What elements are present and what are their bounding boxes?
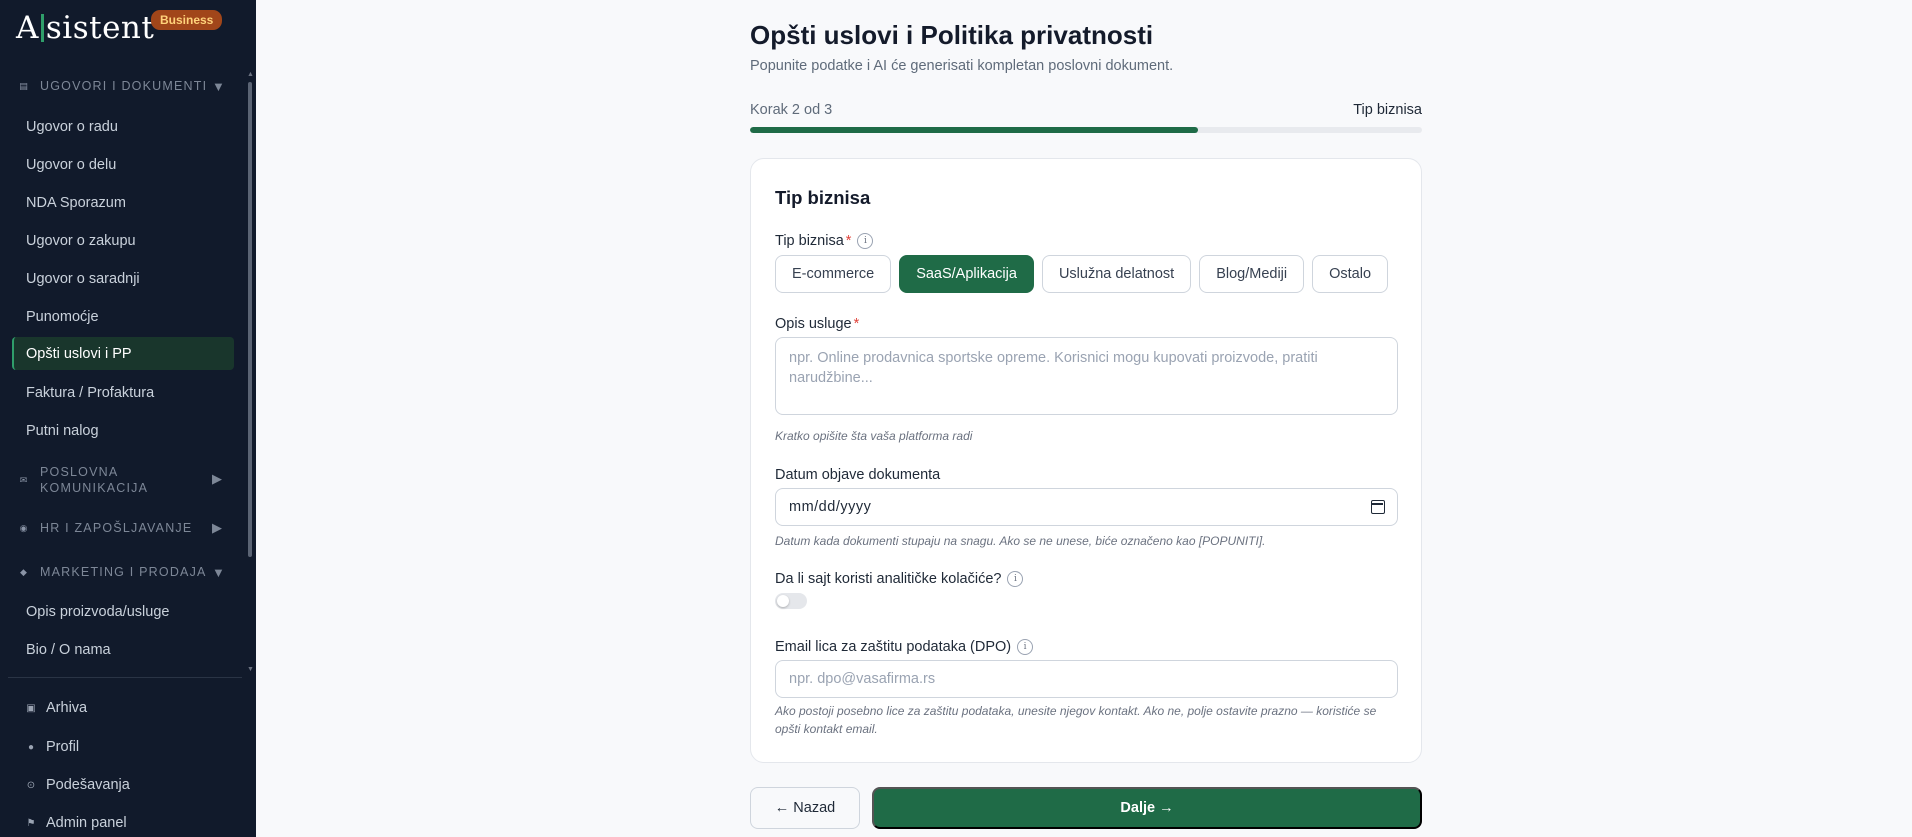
sidebar-item-opsti-uslovi[interactable]: Opšti uslovi i PP [12, 337, 234, 370]
field-label-text: Tip biznisa [775, 233, 844, 249]
section-ugovori[interactable]: ▤ UGOVORI I DOKUMENTI ▼ [0, 77, 240, 95]
sidebar: Asistent Business ▲ ▼ ▤ UGOVORI I DOKUME… [0, 0, 256, 837]
placeholder: npr. dpo@vasafirma.rs [789, 671, 936, 687]
document-icon: ▤ [19, 80, 28, 91]
scroll-down-icon[interactable]: ▼ [247, 666, 254, 673]
chevron-right-icon: ▶ [212, 520, 222, 535]
description-textarea[interactable]: npr. Online prodavnica sportske opreme. … [775, 337, 1398, 415]
section-hr[interactable]: ◉ HR I ZAPOŠLJAVANJE ▶ [0, 519, 240, 537]
people-icon: ◉ [19, 522, 28, 533]
settings-icon: ⊙ [26, 779, 36, 791]
info-icon[interactable]: i [1007, 571, 1024, 587]
sidebar-item-punomocje[interactable]: Punomoćje [12, 300, 234, 333]
section-label: HR I ZAPOŠLJAVANJE [40, 521, 193, 535]
logo-prefix: A [16, 10, 39, 46]
description-hint: Kratko opišite šta vaša platforma radi [775, 429, 973, 443]
section-marketing[interactable]: ◆ MARKETING I PRODAJA ▼ [0, 563, 240, 581]
sidebar-scrollbar[interactable]: ▲ ▼ [247, 71, 254, 674]
required-mark: * [845, 233, 852, 249]
progress-bar [750, 127, 1422, 133]
chevron-down-icon: ▼ [212, 564, 225, 580]
sidebar-item-ugovor-o-radu[interactable]: Ugovor o radu [12, 110, 234, 143]
card-title: Tip biznisa [775, 187, 871, 208]
profile-icon: ● [27, 741, 35, 753]
sidebar-item-label: Arhiva [46, 700, 88, 716]
sidebar-item-faktura[interactable]: Faktura / Profaktura [12, 376, 234, 409]
toggle-knob [777, 595, 789, 607]
sidebar-item-bio[interactable]: Bio / O nama [12, 633, 234, 666]
sidebar-item-ugovor-o-zakupu[interactable]: Ugovor o zakupu [12, 224, 234, 257]
field-label-text: Datum objave dokumenta [775, 467, 941, 483]
info-icon[interactable]: i [1017, 639, 1034, 655]
form-card: Tip biznisa Tip biznisa * i E-commerce S… [750, 158, 1422, 763]
sidebar-item-ugovor-o-saradnji[interactable]: Ugovor o saradnji [12, 262, 234, 295]
placeholder-line: npr. Online prodavnica sportske opreme. … [789, 350, 1318, 366]
sidebar-item-admin-panel[interactable]: ⚑ Admin panel [25, 813, 127, 833]
option-ecommerce[interactable]: E-commerce [775, 255, 892, 293]
info-icon[interactable]: i [857, 233, 874, 249]
description-label: Opis usluge * [775, 316, 859, 332]
placeholder-line: narudžbine... [789, 370, 873, 386]
sidebar-item-ugovor-o-delu[interactable]: Ugovor o delu [12, 148, 234, 181]
page-title: Opšti uslovi i Politika privatnosti [750, 20, 1154, 50]
back-button[interactable]: ← Nazad [750, 787, 860, 829]
date-input[interactable]: mm/dd/yyyy [775, 488, 1398, 526]
cookies-toggle[interactable] [775, 593, 807, 609]
section-label: POSLOVNA KOMUNIKACIJA [40, 465, 149, 495]
next-button[interactable]: Dalje → [872, 787, 1422, 829]
sidebar-item-opis-proizvoda[interactable]: Opis proizvoda/usluge [12, 595, 234, 628]
scroll-up-icon[interactable]: ▲ [247, 71, 254, 78]
diamond-icon: ◆ [20, 566, 27, 577]
sidebar-item-profil[interactable]: ● Profil [25, 737, 79, 757]
field-label-text: Email lica za zaštitu podataka (DPO) [775, 639, 1012, 655]
sidebar-item-label: Profil [46, 739, 80, 755]
business-type-label: Tip biznisa * i [775, 233, 874, 249]
field-label-text: Opis usluge [775, 316, 852, 332]
sidebar-item-nda[interactable]: NDA Sporazum [12, 186, 234, 219]
logo-suffix: sistent [45, 10, 155, 46]
cookies-label: Da li sajt koristi analitičke kolačiće? … [775, 571, 1024, 587]
section-label: UGOVORI I DOKUMENTI [40, 79, 208, 93]
date-value: mm/dd/yyyy [789, 499, 872, 515]
dpo-hint: Ako postoji posebno lice za zaštitu poda… [775, 704, 1377, 736]
option-ostalo[interactable]: Ostalo [1312, 255, 1389, 293]
option-usluzna-delatnost[interactable]: Uslužna delatnost [1041, 255, 1192, 293]
sidebar-item-arhiva[interactable]: ▣ Arhiva [25, 698, 87, 718]
chevron-down-icon: ▼ [212, 78, 225, 94]
date-label: Datum objave dokumenta [775, 467, 940, 483]
archive-icon: ▣ [26, 702, 36, 714]
sidebar-divider [8, 677, 242, 678]
option-blog-mediji[interactable]: Blog/Mediji [1199, 255, 1305, 293]
date-hint: Datum kada dokumenti stupaju na snagu. A… [775, 534, 1266, 548]
chevron-right-icon: ▶ [212, 471, 222, 486]
sidebar-item-label: Podešavanja [46, 777, 130, 793]
progress-fill [750, 127, 1199, 133]
sidebar-item-putni-nalog[interactable]: Putni nalog [12, 414, 234, 447]
logo-bar-icon [40, 14, 44, 42]
flag-icon: ⚑ [26, 817, 36, 829]
sidebar-item-podesavanja[interactable]: ⊙ Podešavanja [25, 775, 130, 795]
calendar-icon[interactable] [1371, 500, 1385, 514]
business-type-options: E-commerce SaaS/Aplikacija Uslužna delat… [775, 255, 1389, 293]
step-name: Tip biznisa [1353, 102, 1422, 118]
mail-icon: ✉ [19, 475, 28, 485]
section-label: MARKETING I PRODAJA [40, 565, 207, 579]
section-poslovna-komunikacija[interactable]: ✉ POSLOVNA KOMUNIKACIJA ▶ [0, 463, 240, 497]
sidebar-item-label: Admin panel [46, 815, 127, 831]
brand-logo[interactable]: Asistent [16, 8, 154, 48]
step-counter: Korak 2 od 3 [750, 102, 833, 118]
option-saas[interactable]: SaaS/Aplikacija [899, 255, 1034, 293]
plan-badge: Business [151, 10, 223, 30]
field-label-text: Da li sajt koristi analitičke kolačiće? [775, 571, 1002, 587]
page-subtitle: Popunite podatke i AI će generisati komp… [750, 58, 1174, 74]
dpo-email-input[interactable]: npr. dpo@vasafirma.rs [775, 660, 1398, 698]
dpo-label: Email lica za zaštitu podataka (DPO) i [775, 639, 1034, 655]
scrollbar-thumb[interactable] [248, 82, 252, 557]
required-mark: * [853, 316, 860, 332]
